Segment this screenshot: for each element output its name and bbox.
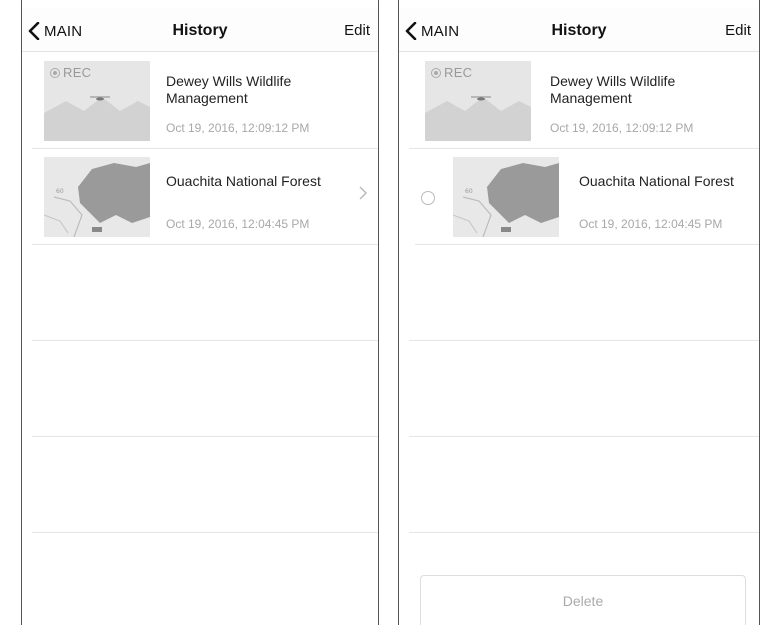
empty-row (32, 341, 378, 437)
edit-button[interactable]: Edit (344, 22, 370, 39)
history-list-item[interactable]: REC Dewey Wills Wildlife Management Oct … (32, 53, 378, 149)
map-thumbnail: 60 (453, 157, 559, 237)
item-date: Oct 19, 2016, 12:04:45 PM (166, 217, 310, 231)
item-title: Dewey Wills Wildlife Management (550, 73, 676, 106)
rec-indicator: REC (431, 65, 472, 80)
chevron-right-icon (359, 186, 368, 200)
empty-row (409, 341, 759, 437)
svg-text:60: 60 (56, 188, 64, 195)
item-title: Dewey Wills Wildlife Management (166, 73, 292, 106)
selection-circle-icon[interactable] (421, 191, 435, 205)
rec-indicator-icon (431, 67, 441, 78)
empty-row (32, 245, 378, 341)
map-thumbnail: 60 (44, 157, 150, 237)
item-date: Oct 19, 2016, 12:09:12 PM (550, 121, 694, 135)
item-date: Oct 19, 2016, 12:09:12 PM (166, 121, 310, 135)
history-list-item[interactable]: 60 Ouachita National Forest Oct 19, 2016… (415, 149, 759, 245)
rec-label: REC (444, 65, 473, 80)
history-screen-right: MAIN History Edit REC Dewey Wills Wildli… (398, 0, 760, 625)
history-list-item[interactable]: 60 Ouachita National Forest Oct 19, 2016… (32, 149, 378, 245)
rec-indicator-icon (50, 67, 60, 78)
navigation-bar: MAIN History Edit (399, 8, 759, 52)
rec-label: REC (63, 65, 92, 80)
empty-row (409, 245, 759, 341)
edit-button[interactable]: Edit (725, 22, 751, 39)
empty-row (32, 437, 378, 533)
delete-button[interactable]: Delete (420, 575, 746, 625)
item-title: Ouachita National Forest (579, 173, 734, 189)
empty-row (409, 437, 759, 533)
map-thumbnail: REC (44, 61, 150, 141)
item-title: Ouachita National Forest (166, 173, 321, 189)
page-title: History (172, 22, 228, 39)
svg-text:60: 60 (465, 188, 473, 195)
page-title: History (551, 22, 607, 39)
navigation-bar: MAIN History Edit (22, 8, 378, 52)
map-thumbnail: REC (425, 61, 531, 141)
rec-indicator: REC (50, 65, 91, 80)
item-date: Oct 19, 2016, 12:04:45 PM (579, 217, 723, 231)
history-screen-left: MAIN History Edit REC Dewey Wills Wildli… (21, 0, 379, 625)
history-list-item[interactable]: REC Dewey Wills Wildlife Management Oct … (409, 53, 759, 149)
